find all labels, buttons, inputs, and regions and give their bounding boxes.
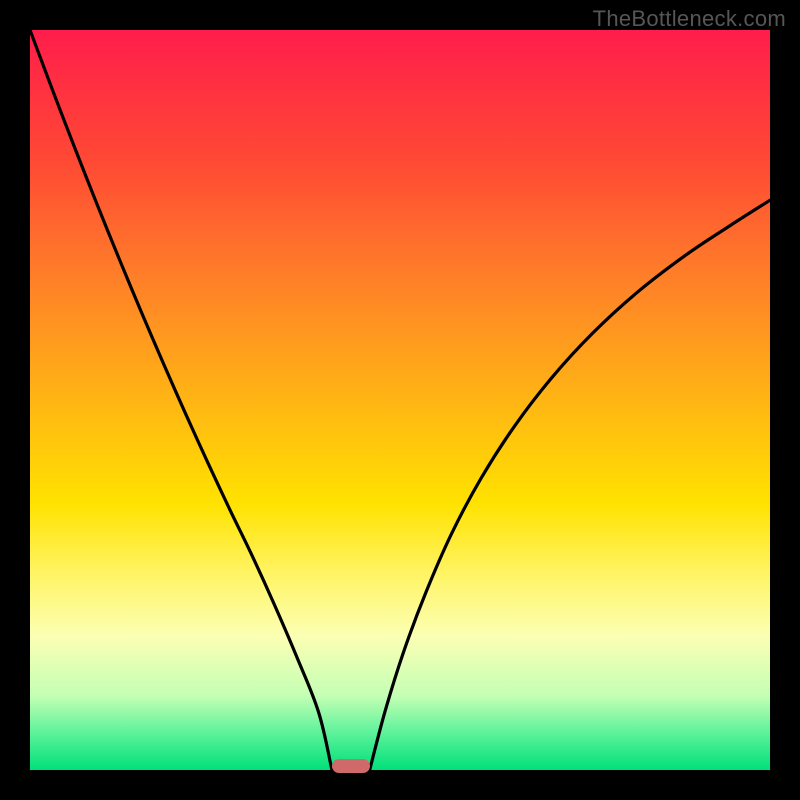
left-curve — [30, 30, 332, 770]
plot-area — [30, 30, 770, 770]
chart-stage: TheBottleneck.com — [0, 0, 800, 800]
right-curve — [370, 200, 770, 770]
curve-layer — [30, 30, 770, 770]
bottleneck-marker — [332, 759, 370, 773]
watermark-label: TheBottleneck.com — [593, 6, 786, 32]
